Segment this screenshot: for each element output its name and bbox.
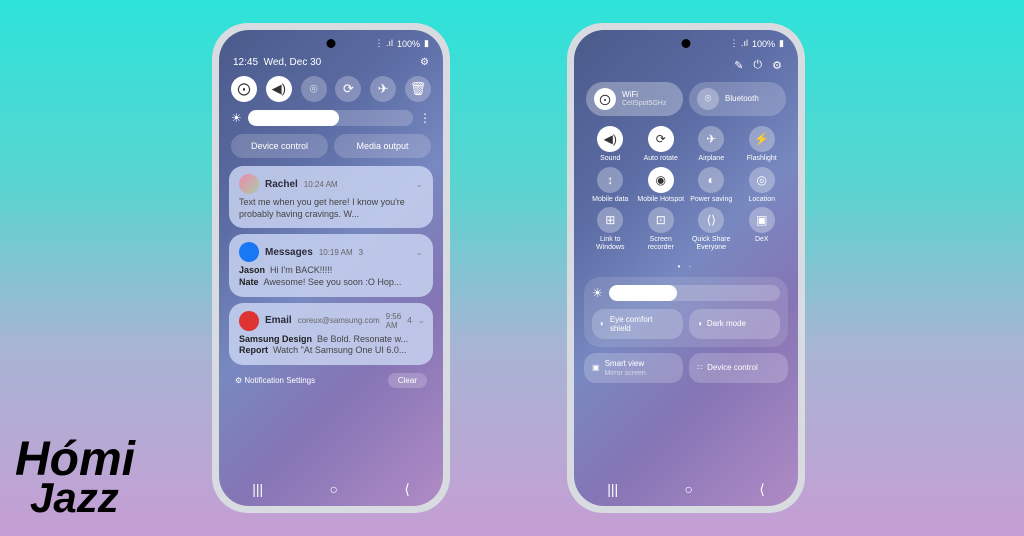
page-indicator: • · — [584, 260, 788, 277]
chevron-down-icon[interactable]: ⌄ — [415, 247, 423, 258]
quick-toggle-row: ⨀ ◀) ⌾ ⟳ ✈ 🗑 — [229, 76, 433, 110]
media-output-button[interactable]: Media output — [334, 134, 431, 158]
qs-airplane[interactable]: ✈Airplane — [687, 126, 736, 163]
clear-button[interactable]: Clear — [388, 373, 427, 388]
qs-mobile-data[interactable]: ↕Mobile data — [586, 167, 635, 204]
wifi-tile[interactable]: ⨀ WiFiCellSpot5GHz — [586, 82, 683, 116]
qs-dex[interactable]: ▣DeX — [738, 207, 787, 251]
brightness-slider[interactable]: ☀ ⋮ — [229, 110, 433, 134]
qs-screen-recorder[interactable]: ⊡Screen recorder — [637, 207, 686, 251]
brightness-slider[interactable]: ☀ — [592, 285, 780, 309]
brightness-panel: ☀ ◐Eye comfort shield ◑Dark mode — [584, 277, 788, 347]
edit-icon[interactable]: ✎ — [734, 59, 743, 72]
watermark-logo: Hómi Jazz — [15, 440, 135, 516]
bluetooth-icon: ⌾ — [697, 88, 719, 110]
qs-flashlight[interactable]: ⚡Flashlight — [738, 126, 787, 163]
qs-sound[interactable]: ◀)Sound — [586, 126, 635, 163]
qs-mobile-hotspot[interactable]: ◉Mobile Hotspot — [637, 167, 686, 204]
back-button[interactable]: ⟨ — [404, 481, 409, 498]
avatar — [239, 311, 259, 331]
qs-link-to-windows[interactable]: ⊞Link to Windows — [586, 207, 635, 251]
trash-toggle[interactable]: 🗑 — [405, 76, 431, 102]
brightness-icon: ☀ — [592, 286, 603, 300]
phone-left: ⋮ .ıl 100%▮ 12:45 Wed, Dec 30 ⚙ ⨀◀)⌾⟳✈🗑 … — [212, 23, 450, 513]
notification-card[interactable]: Emailcoreux@samsung.com9:56 AM4⌄Samsung … — [229, 303, 433, 365]
signal-icon: ⋮ .ıl — [730, 38, 749, 49]
recents-button[interactable]: ||| — [607, 481, 618, 498]
date-text: Wed, Dec 30 — [264, 57, 322, 68]
avatar — [239, 242, 259, 262]
wifi-icon: ⨀ — [594, 88, 616, 110]
more-icon[interactable]: ⋮ — [419, 111, 431, 125]
bluetooth-toggle[interactable]: ⌾ — [301, 76, 327, 102]
signal-icon: ⋮ .ıl — [375, 38, 394, 49]
rotate-toggle[interactable]: ⟳ — [335, 76, 361, 102]
home-button[interactable]: ○ — [684, 481, 692, 498]
chevron-down-icon[interactable]: ⌄ — [418, 315, 426, 326]
bluetooth-tile[interactable]: ⌾ Bluetooth — [689, 82, 786, 116]
device-control-tile[interactable]: ∷Device control — [689, 353, 788, 383]
battery-text: 100% — [397, 39, 420, 49]
qs-location[interactable]: ◎Location — [738, 167, 787, 204]
wifi-toggle[interactable]: ⨀ — [231, 76, 257, 102]
qs-quick-share-everyone[interactable]: ⟨⟩Quick Share Everyone — [687, 207, 736, 251]
avatar — [239, 174, 259, 194]
device-control-button[interactable]: Device control — [231, 134, 328, 158]
notification-card[interactable]: Rachel10:24 AM⌄Text me when you get here… — [229, 166, 433, 228]
date-line: 12:45 Wed, Dec 30 ⚙ — [229, 55, 433, 76]
dark-mode-toggle[interactable]: ◑Dark mode — [689, 309, 780, 339]
airplane-toggle[interactable]: ✈ — [370, 76, 396, 102]
brightness-icon: ☀ — [231, 111, 242, 125]
settings-icon[interactable]: ⚙ — [772, 59, 782, 72]
chevron-down-icon[interactable]: ⌄ — [415, 179, 423, 190]
qs-auto-rotate[interactable]: ⟳Auto rotate — [637, 126, 686, 163]
recents-button[interactable]: ||| — [252, 481, 263, 498]
back-button[interactable]: ⟨ — [759, 481, 764, 498]
home-button[interactable]: ○ — [329, 481, 337, 498]
settings-icon[interactable]: ⚙ — [420, 57, 429, 68]
notification-settings-link[interactable]: ⚙ Notification Settings — [235, 376, 315, 385]
qs-power-saving[interactable]: ◐Power saving — [687, 167, 736, 204]
notification-card[interactable]: Messages10:19 AM3⌄Jason Hi I'm BACK!!!!!… — [229, 234, 433, 296]
camera-cutout — [327, 39, 336, 48]
camera-cutout — [682, 39, 691, 48]
eye-comfort-toggle[interactable]: ◐Eye comfort shield — [592, 309, 683, 339]
nav-bar: ||| ○ ⟨ — [219, 481, 443, 498]
nav-bar: ||| ○ ⟨ — [574, 481, 798, 498]
sound-toggle[interactable]: ◀) — [266, 76, 292, 102]
time-text: 12:45 — [233, 57, 258, 68]
power-icon[interactable]: ⏻ — [753, 59, 762, 72]
smart-view-tile[interactable]: ▣Smart viewMirror screen — [584, 353, 683, 383]
phone-right: ⋮ .ıl 100%▮ ✎ ⏻ ⚙ ⨀ WiFiCellSpot5GHz ⌾ B… — [567, 23, 805, 513]
quick-settings-grid: ◀)Sound⟳Auto rotate✈Airplane⚡Flashlight ↕… — [584, 122, 788, 260]
battery-text: 100% — [752, 39, 775, 49]
